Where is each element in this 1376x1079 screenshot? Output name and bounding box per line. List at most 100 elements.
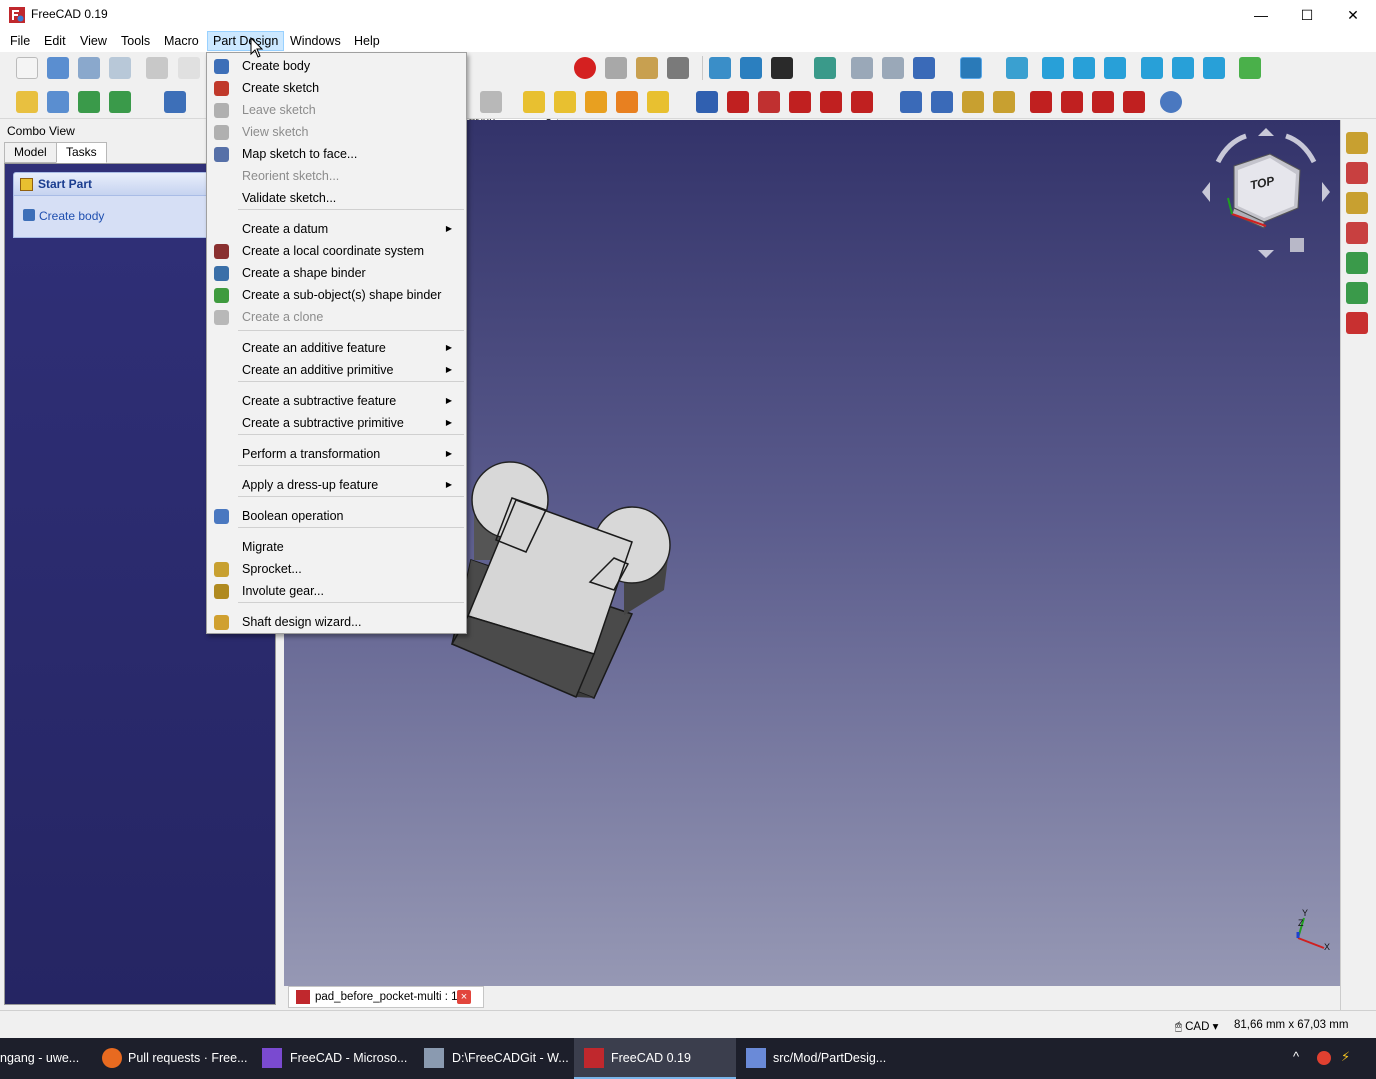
copy-icon[interactable]: [178, 57, 200, 79]
thickness-icon[interactable]: [1123, 91, 1145, 113]
taskbar-item-2[interactable]: FreeCAD - Microso...: [252, 1038, 410, 1079]
power-tray-icon[interactable]: ⚡: [1341, 1049, 1350, 1065]
menu-item-sprocket[interactable]: Sprocket...: [208, 558, 466, 580]
menu-item-create-a-datum[interactable]: Create a datum ▶: [208, 218, 466, 240]
forward-icon[interactable]: [882, 57, 904, 79]
bottom-view-icon[interactable]: [1172, 57, 1194, 79]
menu-item-create-body[interactable]: Create body: [208, 55, 466, 77]
subtractive-loft-icon[interactable]: [789, 91, 811, 113]
isometric-view-icon[interactable]: [1006, 57, 1028, 79]
link-actions-icon[interactable]: [109, 91, 131, 113]
bounding-box-icon[interactable]: [814, 57, 836, 79]
polar-pattern-icon[interactable]: [962, 91, 984, 113]
part-icon[interactable]: [16, 91, 38, 113]
draft-icon[interactable]: [1092, 91, 1114, 113]
menu-item-create-an-additive-feature[interactable]: Create an additive feature ▶: [208, 337, 466, 359]
save-as-icon[interactable]: [109, 57, 131, 79]
menu-item-validate-sketch[interactable]: Validate sketch...: [208, 187, 466, 209]
minimize-button[interactable]: —: [1238, 0, 1284, 30]
chrome-tray-icon[interactable]: [1317, 1051, 1331, 1065]
menu-item-create-a-sub-object-s-shape-binder[interactable]: Create a sub-object(s) shape binder: [208, 284, 466, 306]
menu-item-migrate[interactable]: Migrate: [208, 536, 466, 558]
save-icon[interactable]: [78, 57, 100, 79]
close-icon[interactable]: ×: [457, 990, 471, 1004]
subtractive-pipe-icon[interactable]: [820, 91, 842, 113]
hole-icon[interactable]: [727, 91, 749, 113]
menu-help[interactable]: Help: [349, 31, 385, 51]
boolean-icon[interactable]: [1160, 91, 1182, 113]
menu-macro[interactable]: Macro: [159, 31, 204, 51]
taskbar-item-3[interactable]: D:\FreeCADGit - W...: [412, 1038, 572, 1079]
menu-item-shaft-design-wizard[interactable]: Shaft design wizard...: [208, 611, 466, 633]
edit-macro-icon[interactable]: [636, 57, 658, 79]
multi-transform-icon[interactable]: [993, 91, 1015, 113]
pocket-icon[interactable]: [696, 91, 718, 113]
open-icon[interactable]: [47, 57, 69, 79]
menu-item-create-a-subtractive-feature[interactable]: Create a subtractive feature ▶: [208, 390, 466, 412]
tab-model[interactable]: Model: [4, 142, 57, 163]
cut-icon[interactable]: [146, 57, 168, 79]
create-body-link[interactable]: Create body: [39, 209, 104, 223]
menu-item-apply-a-dress-up-feature[interactable]: Apply a dress-up feature ▶: [208, 474, 466, 496]
clone-icon[interactable]: [480, 91, 502, 113]
draw-style-icon[interactable]: [771, 57, 793, 79]
sketch-tool-2-icon[interactable]: [1346, 162, 1368, 184]
menu-item-create-a-shape-binder[interactable]: Create a shape binder: [208, 262, 466, 284]
record-macro-icon[interactable]: [574, 57, 596, 79]
menu-item-map-sketch-to-face[interactable]: Map sketch to face...: [208, 143, 466, 165]
sketch-tool-5-icon[interactable]: [1346, 252, 1368, 274]
chamfer-icon[interactable]: [1061, 91, 1083, 113]
taskbar-item-0[interactable]: ngang - uwe...: [0, 1038, 90, 1079]
group-icon[interactable]: [47, 91, 69, 113]
taskbar-item-4[interactable]: FreeCAD 0.19: [574, 1038, 736, 1079]
make-link-icon[interactable]: [78, 91, 100, 113]
groove-icon[interactable]: [758, 91, 780, 113]
close-button[interactable]: ✕: [1330, 0, 1376, 30]
menu-edit[interactable]: Edit: [39, 31, 71, 51]
front-view-icon[interactable]: [1042, 57, 1064, 79]
back-icon[interactable]: [851, 57, 873, 79]
menu-item-boolean-operation[interactable]: Boolean operation: [208, 505, 466, 527]
maximize-button[interactable]: ☐: [1284, 0, 1330, 30]
rear-view-icon[interactable]: [1141, 57, 1163, 79]
menu-item-leave-sketch[interactable]: Leave sketch: [208, 99, 466, 121]
menu-file[interactable]: File: [5, 31, 35, 51]
menu-item-create-a-subtractive-primitive[interactable]: Create a subtractive primitive ▶: [208, 412, 466, 434]
body-icon[interactable]: [164, 91, 186, 113]
menu-item-view-sketch[interactable]: View sketch: [208, 121, 466, 143]
sketch-tool-7-icon[interactable]: [1346, 312, 1368, 334]
taskbar-item-1[interactable]: Pull requests · Free...: [92, 1038, 250, 1079]
fit-all-icon[interactable]: [709, 57, 731, 79]
left-view-icon[interactable]: [1203, 57, 1225, 79]
menu-item-create-an-additive-primitive[interactable]: Create an additive primitive ▶: [208, 359, 466, 381]
additive-primitive-icon[interactable]: [647, 91, 669, 113]
fillet-icon[interactable]: [1030, 91, 1052, 113]
menu-item-create-a-local-coordinate-system[interactable]: Create a local coordinate system: [208, 240, 466, 262]
menu-windows[interactable]: Windows: [285, 31, 346, 51]
pad-icon[interactable]: [523, 91, 545, 113]
sketch-tool-1-icon[interactable]: [1346, 132, 1368, 154]
subtractive-primitive-icon[interactable]: [851, 91, 873, 113]
sketch-tool-6-icon[interactable]: [1346, 282, 1368, 304]
navigation-cube[interactable]: [1194, 122, 1334, 262]
fit-selection-icon[interactable]: [740, 57, 762, 79]
right-view-icon[interactable]: [1104, 57, 1126, 79]
top-view-icon[interactable]: [1073, 57, 1095, 79]
menu-part-design[interactable]: Part Design: [207, 31, 285, 51]
loft-icon[interactable]: [585, 91, 607, 113]
navigation-style[interactable]: 🖱 CAD ▾: [1175, 1019, 1218, 1034]
mirrored-icon[interactable]: [900, 91, 922, 113]
pipe-icon[interactable]: [616, 91, 638, 113]
menu-item-reorient-sketch[interactable]: Reorient sketch...: [208, 165, 466, 187]
sketch-tool-4-icon[interactable]: [1346, 222, 1368, 244]
sketch-tool-3-icon[interactable]: [1346, 192, 1368, 214]
menu-item-create-a-clone[interactable]: Create a clone: [208, 306, 466, 328]
document-tab[interactable]: pad_before_pocket-multi : 1 ×: [288, 986, 484, 1008]
linear-pattern-icon[interactable]: [931, 91, 953, 113]
run-macro-icon[interactable]: [667, 57, 689, 79]
revolution-icon[interactable]: [554, 91, 576, 113]
menu-view[interactable]: View: [75, 31, 112, 51]
measure-icon[interactable]: [1239, 57, 1261, 79]
tab-tasks[interactable]: Tasks: [56, 142, 107, 163]
zoom-icon[interactable]: [960, 57, 982, 79]
